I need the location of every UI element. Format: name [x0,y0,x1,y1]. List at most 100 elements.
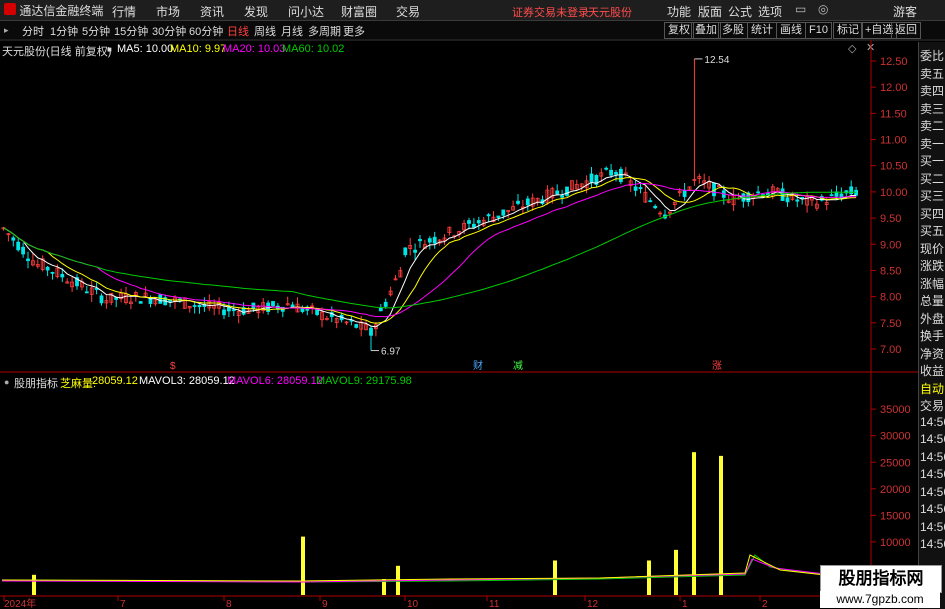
candle-body [795,199,800,202]
event-marker: 减 [513,360,523,372]
quote-panel-item[interactable]: 卖五 [920,65,944,82]
price-tick-label: 8.00 [880,292,901,304]
date-tick-label: 12 [587,599,599,609]
vol-tick-label: 15000 [880,510,911,522]
quote-panel-item[interactable]: 14:56 [920,467,945,481]
quote-panel-item[interactable]: 外盘 [920,310,944,327]
candle-body [476,220,481,224]
candle-body [84,291,89,294]
candle-body [226,307,231,312]
candle-body [604,167,609,170]
candle-body [138,301,143,304]
volume-bar [692,452,696,595]
kline-chart[interactable]: 12.50 12.00 11.50 11.00 10.50 10.00 9.50 9.00 8.… [0,0,945,609]
quote-panel-item[interactable]: 买三 [920,187,944,204]
quote-panel-item[interactable]: 卖二 [920,117,944,134]
candle-body [471,223,476,228]
quote-panel-item[interactable]: 委比 [920,47,944,64]
candle-body [114,297,119,300]
price-tick-label: 12.00 [880,82,908,94]
candle-body [418,239,422,242]
quote-panel-item[interactable]: 14:56 [920,415,945,429]
candle-body [467,220,471,224]
price-tick-label: 11.50 [880,108,907,120]
mavol6-line [1,558,826,583]
volume-bar [301,536,305,595]
event-marker: 涨 [712,360,722,372]
quote-panel-item[interactable]: 14:56 [920,537,945,551]
volume-bar [674,549,678,595]
quote-panel-item[interactable]: 14:56 [920,520,945,534]
quote-panel-item[interactable]: 买二 [920,170,944,187]
candle-body [427,238,432,243]
volume-bar [32,574,36,595]
vol-tick-label: 30000 [880,431,911,443]
candle-body [378,307,383,312]
quote-panel-item[interactable]: 14:56 [920,450,945,464]
quote-panel-item[interactable]: 交易 [920,397,944,414]
quote-panel-item[interactable]: 14:56 [920,502,945,516]
candle-body [192,305,197,307]
candle-body [609,169,613,176]
quote-panel-item[interactable]: 换手 [920,327,944,344]
quote-panel-item[interactable]: 现价 [920,240,944,257]
quote-panel-item[interactable]: 买一 [920,152,944,169]
candle-body [682,189,687,197]
quote-panel-item[interactable]: 卖三 [920,100,944,117]
quote-panel-item[interactable]: 涨跌 [920,257,944,274]
price-tick-label: 10.00 [880,187,908,199]
candle-body [432,236,437,244]
price-tick-label: 11.00 [880,135,907,147]
price-tick-label: 7.00 [880,344,901,356]
price-tick-label: 12.50 [880,56,908,68]
quote-panel-item[interactable]: 买五 [920,222,944,239]
quote-panel-item[interactable]: 14:56 [920,432,945,446]
candle-body [589,173,594,183]
candle-body [555,190,560,195]
price-tick-label: 9.00 [880,239,901,251]
watermark-title: 股朋指标网 [820,565,942,593]
vol-tick-label: 25000 [880,457,911,469]
high-price-label: 12.54 [704,55,729,66]
candle-body [11,237,16,241]
candle-body [638,187,643,190]
mavol3-line [1,554,826,582]
candle-body [780,188,785,201]
candle-body [271,301,275,307]
candle-body [60,273,65,278]
quote-panel-item[interactable]: 净资 [920,345,944,362]
candle-body [501,209,506,216]
quote-panel-item[interactable]: 卖一 [920,135,944,152]
candle-body [403,247,408,256]
date-tick-label: 1 [682,599,688,609]
candle-body [516,200,520,204]
ma60-line [3,191,857,309]
quote-panel-item[interactable]: 自动 [920,380,944,397]
quote-panel-item[interactable]: 14:56 [920,485,945,499]
mavol9-line [1,554,826,583]
quote-panel-item[interactable]: 买四 [920,205,944,222]
candle-body [648,200,653,203]
event-marker: 财 [473,359,483,372]
candle-body [315,309,320,315]
quote-panel-item[interactable]: 卖四 [920,82,944,99]
candle-body [653,205,658,209]
low-price-label: 6.97 [381,347,401,358]
quote-panel-item[interactable]: 总量 [920,292,944,309]
date-tick-label: 8 [226,599,232,609]
candle-body [354,324,359,328]
candle-body [45,266,50,271]
date-tick-label: 11 [489,599,500,609]
candle-body [525,198,530,206]
date-tick-label: 10 [407,599,419,609]
date-tick-label: 2024年 [4,597,36,609]
quote-panel-item[interactable]: 收益 [920,362,944,379]
candle-body [565,186,569,196]
candle-body [413,249,418,253]
candle-body [21,246,26,255]
candle-body [633,186,638,191]
vol-tick-label: 20000 [880,484,911,496]
watermark-url: www.7gpzb.com [820,591,940,608]
candle-body [197,304,202,308]
quote-panel-item[interactable]: 涨幅 [920,275,944,292]
